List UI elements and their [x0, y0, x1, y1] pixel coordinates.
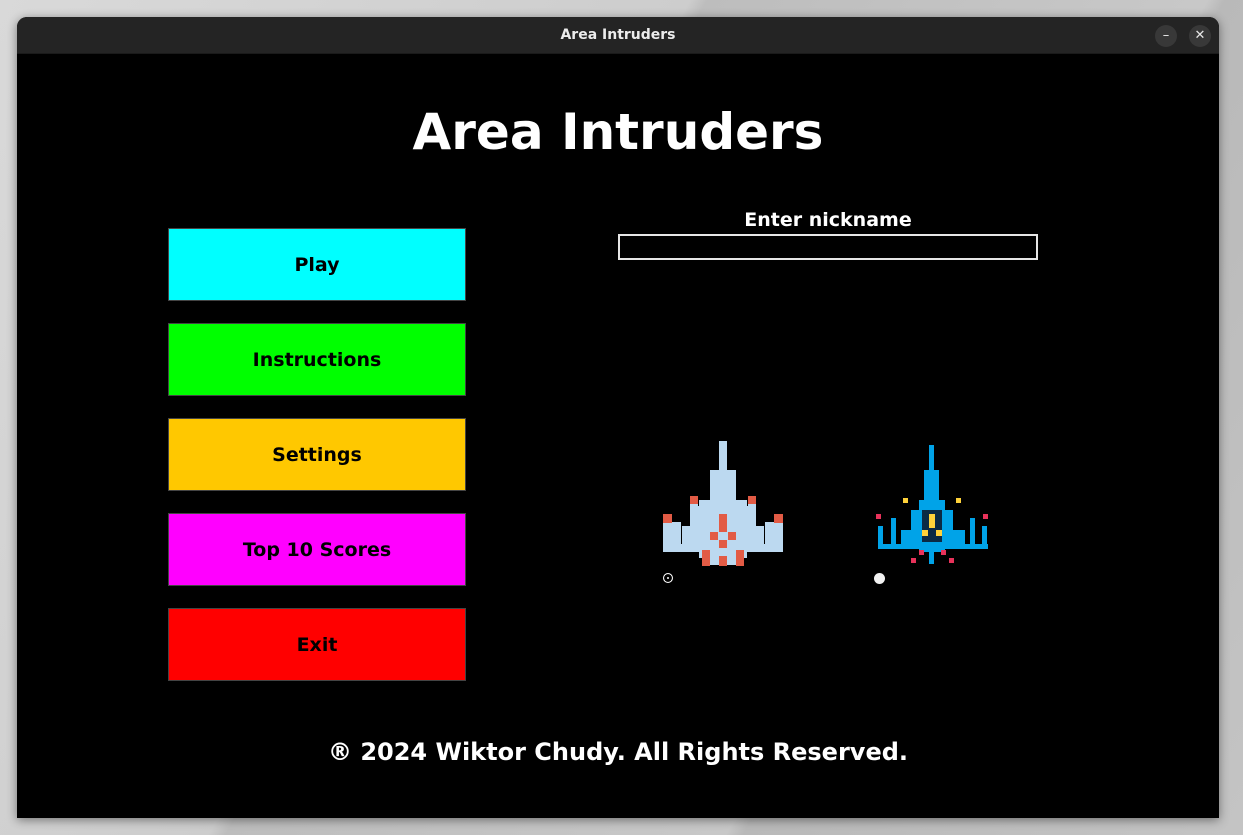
game-menu: Area Intruders Play Instructions Setting…	[17, 54, 1219, 818]
nickname-input[interactable]	[618, 234, 1038, 260]
titlebar: Area Intruders – ✕	[17, 17, 1219, 54]
copyright-footer: ® 2024 Wiktor Chudy. All Rights Reserved…	[327, 738, 909, 766]
minimize-button[interactable]: –	[1155, 25, 1177, 47]
top-scores-button[interactable]: Top 10 Scores	[168, 513, 466, 586]
close-button[interactable]: ✕	[1189, 25, 1211, 47]
window-title: Area Intruders	[560, 27, 676, 43]
game-title: Area Intruders	[412, 103, 824, 161]
app-window: Area Intruders – ✕ Area Intruders Play I…	[17, 17, 1219, 818]
instructions-button[interactable]: Instructions	[168, 323, 466, 396]
bullet-icon	[874, 573, 885, 584]
nickname-label: Enter nickname	[744, 209, 912, 231]
bullet-icon	[663, 573, 673, 583]
settings-button[interactable]: Settings	[168, 418, 466, 491]
blue-spaceship-icon[interactable]	[875, 444, 991, 568]
light-blue-spaceship-icon[interactable]	[662, 440, 784, 570]
play-button[interactable]: Play	[168, 228, 466, 301]
exit-button[interactable]: Exit	[168, 608, 466, 681]
